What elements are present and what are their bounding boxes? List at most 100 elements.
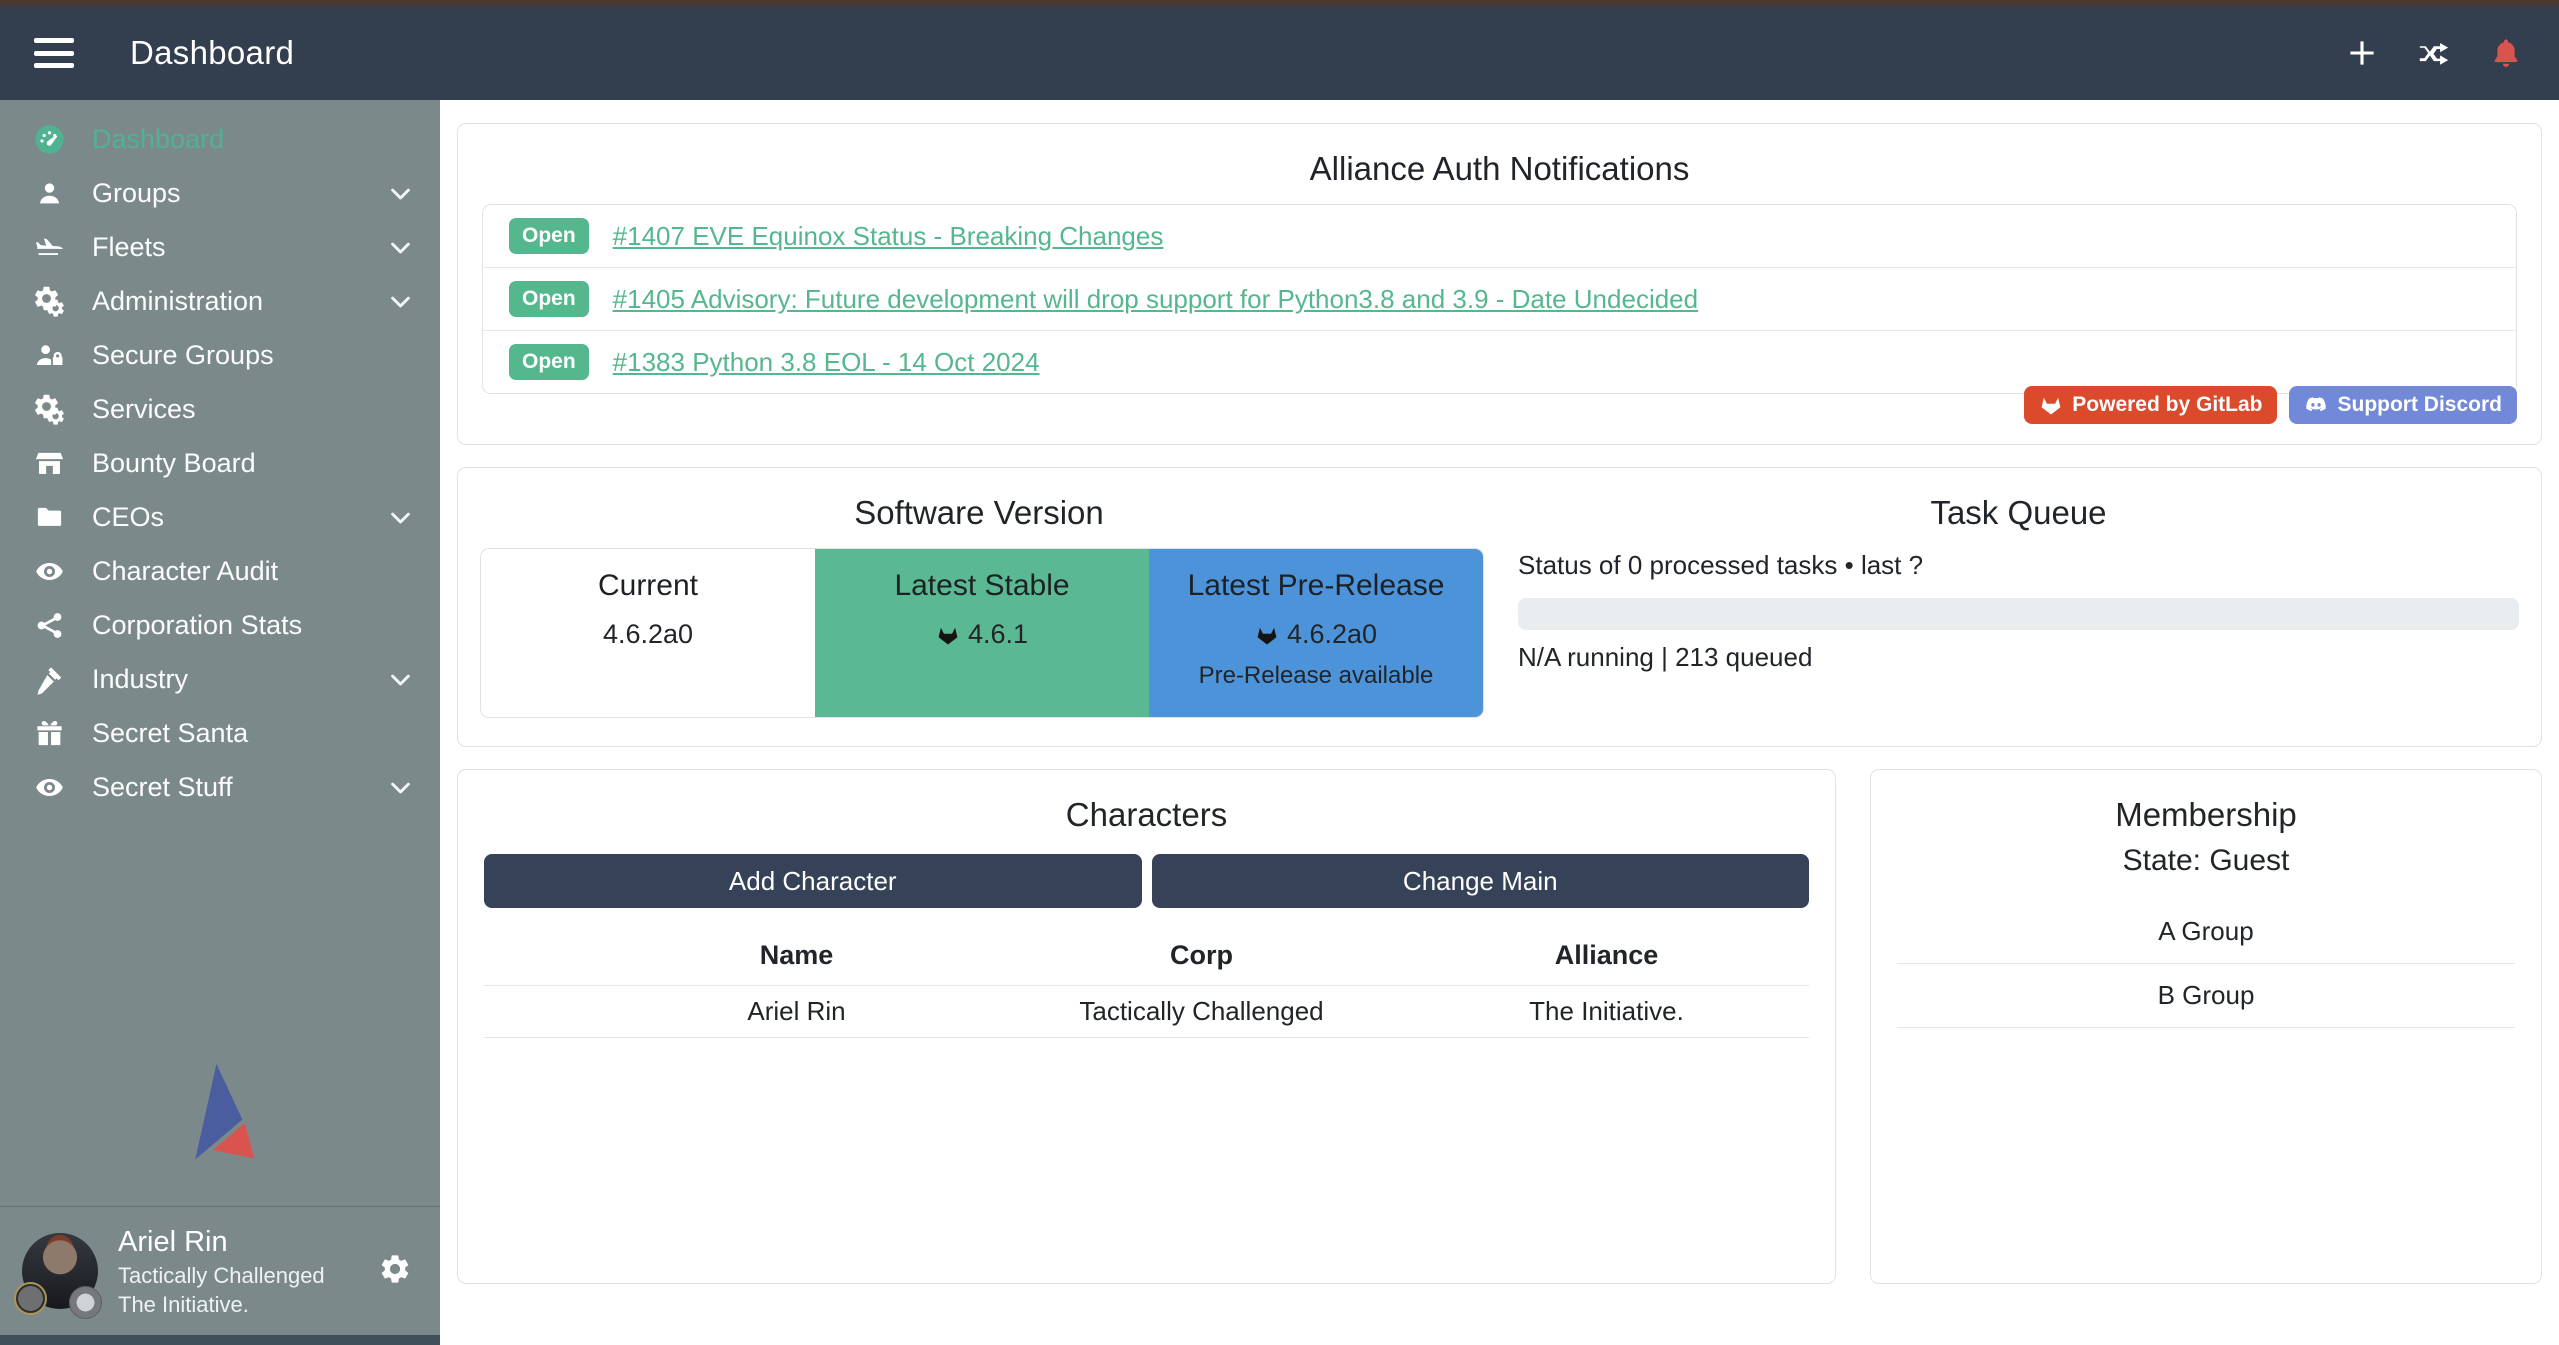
main-content: Alliance Auth Notifications Open #1407 E…: [440, 100, 2559, 1345]
sidebar-item-character-audit[interactable]: Character Audit: [0, 544, 440, 598]
software-version-title: Software Version: [458, 468, 1500, 532]
membership-group: A Group: [1897, 900, 2515, 964]
task-queue-section: Task Queue Status of 0 processed tasks •…: [1500, 468, 2541, 746]
user-avatar: [22, 1233, 98, 1309]
task-queue-status: Status of 0 processed tasks • last ?: [1518, 550, 2519, 581]
folder-icon: [26, 502, 72, 533]
column-header-corp: Corp: [999, 940, 1404, 971]
sidebar-item-label: Secret Santa: [92, 718, 248, 749]
sidebar-item-label: Secure Groups: [92, 340, 274, 371]
sidebar-item-corporation-stats[interactable]: Corporation Stats: [0, 598, 440, 652]
prerelease-note: Pre-Release available: [1149, 662, 1483, 690]
gitlab-icon: [936, 623, 960, 647]
sidebar-item-label: CEOs: [92, 502, 164, 533]
sidebar-item-label: Dashboard: [92, 124, 224, 155]
powered-by-gitlab-badge[interactable]: Powered by GitLab: [2024, 386, 2277, 424]
chevron-down-icon: [387, 774, 414, 801]
version-table: Current 4.6.2a0 Latest Stable 4.6.1 Late…: [480, 548, 1484, 718]
cogs-icon: [26, 394, 72, 425]
version-value: 4.6.1: [968, 619, 1028, 650]
sidebar-item-label: Administration: [92, 286, 263, 317]
user-settings-gear-icon[interactable]: [378, 1252, 412, 1289]
notification-link[interactable]: #1407 EVE Equinox Status - Breaking Chan…: [613, 221, 1164, 252]
status-badge: Open: [509, 281, 589, 317]
user-panel[interactable]: Ariel Rin Tactically Challenged The Init…: [0, 1207, 440, 1335]
membership-groups-list: A Group B Group: [1897, 900, 2515, 1028]
sidebar-item-label: Fleets: [92, 232, 166, 263]
software-version-section: Software Version Current 4.6.2a0 Latest …: [458, 468, 1500, 746]
menu-toggle-button[interactable]: [34, 38, 74, 68]
badge-label: Support Discord: [2337, 393, 2502, 417]
sidebar-item-ceos[interactable]: CEOs: [0, 490, 440, 544]
discord-icon: [2304, 393, 2328, 417]
version-label: Latest Stable: [815, 569, 1149, 603]
task-progress-bar: [1518, 598, 2519, 630]
sidebar-item-dashboard[interactable]: Dashboard: [0, 112, 440, 166]
membership-card: Membership State: Guest A Group B Group: [1870, 769, 2542, 1284]
task-queue-title: Task Queue: [1518, 468, 2519, 532]
top-navbar: Dashboard: [0, 6, 2559, 100]
version-label: Latest Pre-Release: [1149, 569, 1483, 603]
support-discord-badge[interactable]: Support Discord: [2289, 386, 2517, 424]
page-title: Dashboard: [130, 34, 294, 72]
sidebar-item-services[interactable]: Services: [0, 382, 440, 436]
notification-row: Open #1383 Python 3.8 EOL - 14 Oct 2024: [483, 330, 2516, 393]
notifications-title: Alliance Auth Notifications: [458, 124, 2541, 188]
notifications-bell-icon[interactable]: [2487, 34, 2525, 72]
column-header-name: Name: [594, 940, 999, 971]
change-main-button[interactable]: Change Main: [1152, 854, 1810, 908]
characters-table-header: Name Corp Alliance: [484, 926, 1809, 985]
alliance-auth-notifications-card: Alliance Auth Notifications Open #1407 E…: [457, 123, 2542, 445]
version-label: Current: [481, 569, 815, 603]
notification-row: Open #1407 EVE Equinox Status - Breaking…: [483, 205, 2516, 267]
sidebar-item-label: Character Audit: [92, 556, 278, 587]
chevron-down-icon: [387, 666, 414, 693]
sidebar-item-groups[interactable]: Groups: [0, 166, 440, 220]
gifts-icon: [26, 718, 72, 749]
sidebar-item-secure-groups[interactable]: Secure Groups: [0, 328, 440, 382]
add-button[interactable]: [2343, 34, 2381, 72]
sidebar-item-label: Groups: [92, 178, 181, 209]
hammer-icon: [26, 664, 72, 695]
user-name: Ariel Rin: [118, 1223, 325, 1261]
notification-link[interactable]: #1405 Advisory: Future development will …: [613, 284, 1698, 315]
gauge-icon: [26, 124, 72, 155]
user-lock-icon: [26, 340, 72, 371]
chevron-down-icon: [387, 234, 414, 261]
corp-logo-badge: [14, 1282, 47, 1315]
notifications-list: Open #1407 EVE Equinox Status - Breaking…: [482, 204, 2517, 394]
eye-icon: [26, 556, 72, 587]
sidebar-item-industry[interactable]: Industry: [0, 652, 440, 706]
notification-link[interactable]: #1383 Python 3.8 EOL - 14 Oct 2024: [613, 347, 1040, 378]
alliance-logo: [161, 1050, 279, 1170]
task-queue-counts: N/A running | 213 queued: [1518, 642, 2519, 673]
share-icon: [26, 610, 72, 641]
cogs-icon: [26, 286, 72, 317]
version-value: 4.6.2a0: [603, 619, 693, 650]
sidebar-bottom-strip: [0, 1335, 440, 1345]
sidebar-item-label: Bounty Board: [92, 448, 256, 479]
user-alliance: The Initiative.: [118, 1290, 325, 1319]
character-corp: Tactically Challenged: [999, 996, 1404, 1027]
sidebar-item-administration[interactable]: Administration: [0, 274, 440, 328]
chevron-down-icon: [387, 180, 414, 207]
user-meta: Ariel Rin Tactically Challenged The Init…: [118, 1223, 325, 1319]
chevron-down-icon: [387, 504, 414, 531]
gitlab-icon: [2039, 393, 2063, 417]
sidebar-item-secret-santa[interactable]: Secret Santa: [0, 706, 440, 760]
sidebar-item-label: Corporation Stats: [92, 610, 302, 641]
sidebar-item-label: Services: [92, 394, 196, 425]
column-header-alliance: Alliance: [1404, 940, 1809, 971]
add-character-button[interactable]: Add Character: [484, 854, 1142, 908]
shuffle-icon[interactable]: [2415, 34, 2453, 72]
footer-badges: Powered by GitLab Support Discord: [2024, 386, 2517, 424]
sidebar-item-bounty-board[interactable]: Bounty Board: [0, 436, 440, 490]
character-row: Ariel Rin Tactically Challenged The Init…: [484, 985, 1809, 1038]
membership-group: B Group: [1897, 964, 2515, 1028]
sidebar-item-fleets[interactable]: Fleets: [0, 220, 440, 274]
sidebar-item-secret-stuff[interactable]: Secret Stuff: [0, 760, 440, 814]
jet-icon: [26, 232, 72, 263]
version-cell-current: Current 4.6.2a0: [481, 549, 815, 717]
notification-row: Open #1405 Advisory: Future development …: [483, 267, 2516, 330]
user-corp: Tactically Challenged: [118, 1261, 325, 1290]
